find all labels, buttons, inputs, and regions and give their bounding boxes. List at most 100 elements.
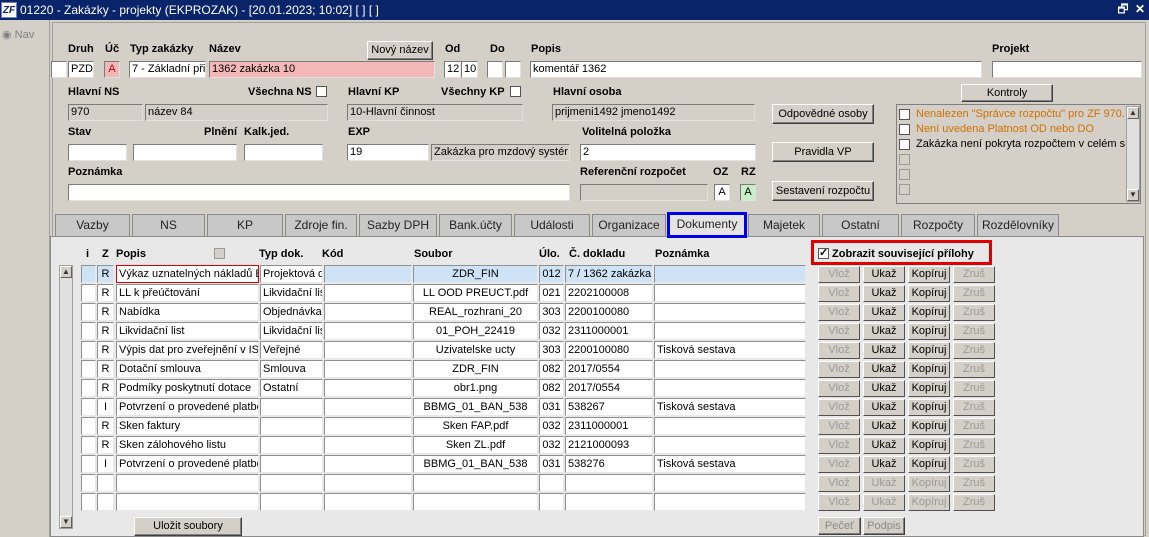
do-day-field[interactable] (487, 61, 503, 78)
cell-typ[interactable]: Likvidační lis (260, 322, 323, 340)
kontrola-checkbox[interactable] (899, 124, 910, 135)
ukaz-button[interactable]: Ukaž (863, 323, 905, 340)
cell-z[interactable]: R (97, 341, 114, 359)
hlavni-kp-field[interactable]: 10-Hlavní činnost (347, 104, 523, 121)
close-icon[interactable]: ✕ (1133, 2, 1147, 16)
cell-poznamka[interactable] (654, 493, 806, 511)
kopiruj-button[interactable]: Kopíruj (908, 418, 950, 435)
cell-soubor[interactable]: ZDR_FIN (413, 360, 538, 378)
cell-z[interactable]: I (97, 455, 114, 473)
podpis-button[interactable]: Podpis (863, 517, 905, 535)
druh-prefix-field[interactable] (51, 61, 67, 78)
druh-field[interactable]: PZD (68, 61, 94, 78)
tab-sazby-dph[interactable]: Sazby DPH (359, 214, 437, 236)
cell-ulo[interactable]: 082 (539, 379, 564, 397)
kontroly-scrollbar[interactable]: ▲ ▼ (1126, 106, 1140, 202)
cell-poznamka[interactable]: Tisková sestava (654, 455, 806, 473)
cell-popis[interactable]: Dotační smlouva (116, 360, 259, 378)
hlavni-osoba-field[interactable]: prijmeni1492 jmeno1492 (552, 104, 755, 121)
cell-kod[interactable] (324, 265, 412, 283)
cell-popis[interactable] (116, 474, 259, 492)
kopiruj-button[interactable]: Kopíruj (908, 266, 950, 283)
cell-kod[interactable] (324, 398, 412, 416)
cell-popis[interactable] (116, 493, 259, 511)
cell-kod[interactable] (324, 322, 412, 340)
zrus-button[interactable]: Zruš (953, 418, 995, 435)
cell-poznamka[interactable]: Tisková sestava (654, 341, 806, 359)
cell-popis[interactable]: Potvrzení o provedené platbě (116, 398, 259, 416)
volitelna-field[interactable]: 2 (580, 144, 756, 161)
sestaveni-rozpoctu-button[interactable]: Sestavení rozpočtu (772, 181, 874, 201)
cell-cislo[interactable]: 7 / 1362 zakázka (565, 265, 653, 283)
cell-soubor[interactable]: LL OOD PREUCT.pdf (413, 284, 538, 302)
cell-i[interactable] (81, 474, 96, 492)
odpovedne-osoby-button[interactable]: Odpovědné osoby (772, 104, 874, 124)
kontrola-checkbox[interactable] (899, 154, 910, 165)
cell-soubor[interactable]: obr1.png (413, 379, 538, 397)
cell-cislo[interactable]: 538267 (565, 398, 653, 416)
cell-poznamka[interactable]: Tisková sestava (654, 398, 806, 416)
ukaz-button[interactable]: Ukaž (863, 399, 905, 416)
vloz-button[interactable]: Vlož (818, 399, 860, 416)
tab-majetek[interactable]: Majetek (748, 214, 820, 236)
cell-z[interactable]: R (97, 379, 114, 397)
kopiruj-button[interactable]: Kopíruj (908, 437, 950, 454)
zrus-button[interactable]: Zruš (953, 323, 995, 340)
cell-popis[interactable]: Nabídka (116, 303, 259, 321)
ukaz-button[interactable]: Ukaž (863, 361, 905, 378)
cell-typ[interactable] (260, 417, 323, 435)
zrus-button[interactable]: Zruš (953, 475, 995, 492)
zrus-button[interactable]: Zruš (953, 342, 995, 359)
cell-ulo[interactable]: 012 (539, 265, 564, 283)
zrus-button[interactable]: Zruš (953, 399, 995, 416)
vloz-button[interactable]: Vlož (818, 437, 860, 454)
do-month-field[interactable] (505, 61, 521, 78)
cell-typ[interactable]: Objednávka (260, 303, 323, 321)
cell-soubor[interactable]: ZDR_FIN (413, 265, 538, 283)
vloz-button[interactable]: Vlož (818, 361, 860, 378)
cell-i[interactable] (81, 341, 96, 359)
tab-rozpocty[interactable]: Rozpočty (901, 214, 975, 236)
zrus-button[interactable]: Zruš (953, 380, 995, 397)
cell-ulo[interactable]: 032 (539, 417, 564, 435)
kopiruj-button[interactable]: Kopíruj (908, 399, 950, 416)
tab-organizace[interactable]: Organizace (592, 214, 666, 236)
scroll-down-icon[interactable]: ▼ (1127, 189, 1139, 201)
kontrola-checkbox[interactable] (899, 169, 910, 180)
cell-i[interactable] (81, 265, 96, 283)
cell-poznamka[interactable] (654, 322, 806, 340)
cell-z[interactable]: R (97, 417, 114, 435)
cell-ulo[interactable]: 032 (539, 322, 564, 340)
stav-field[interactable] (68, 144, 127, 161)
cell-ulo[interactable]: 031 (539, 455, 564, 473)
cell-cislo[interactable]: 538276 (565, 455, 653, 473)
cell-cislo[interactable]: 2017/0554 (565, 379, 653, 397)
cell-typ[interactable]: Veřejné (260, 341, 323, 359)
cell-poznamka[interactable] (654, 360, 806, 378)
cell-cislo[interactable]: 2311000001 (565, 417, 653, 435)
pravidla-vp-button[interactable]: Pravidla VP (772, 142, 874, 162)
vsechna-ns-checkbox[interactable] (316, 86, 327, 97)
tab-ostatni[interactable]: Ostatní (822, 214, 899, 236)
cell-i[interactable] (81, 379, 96, 397)
vloz-button[interactable]: Vlož (818, 475, 860, 492)
kopiruj-button[interactable]: Kopíruj (908, 475, 950, 492)
ukaz-button[interactable]: Ukaž (863, 304, 905, 321)
cell-poznamka[interactable] (654, 436, 806, 454)
cell-poznamka[interactable] (654, 417, 806, 435)
cell-typ[interactable] (260, 474, 323, 492)
nav-button[interactable]: ◉ Nav (2, 28, 34, 41)
cell-i[interactable] (81, 417, 96, 435)
vloz-button[interactable]: Vlož (818, 380, 860, 397)
ulozit-soubory-button[interactable]: Uložit soubory (134, 517, 242, 536)
kopiruj-button[interactable]: Kopíruj (908, 323, 950, 340)
cell-popis[interactable]: Výpis dat pro zveřejnění v IS (116, 341, 259, 359)
cell-z[interactable] (97, 474, 114, 492)
kopiruj-button[interactable]: Kopíruj (908, 494, 950, 511)
cell-cislo[interactable]: 2200100080 (565, 341, 653, 359)
cell-typ[interactable]: Ostatní (260, 379, 323, 397)
cell-z[interactable]: R (97, 265, 114, 283)
tab-dokumenty[interactable]: Dokumenty (667, 212, 747, 238)
cell-typ[interactable] (260, 398, 323, 416)
ukaz-button[interactable]: Ukaž (863, 285, 905, 302)
